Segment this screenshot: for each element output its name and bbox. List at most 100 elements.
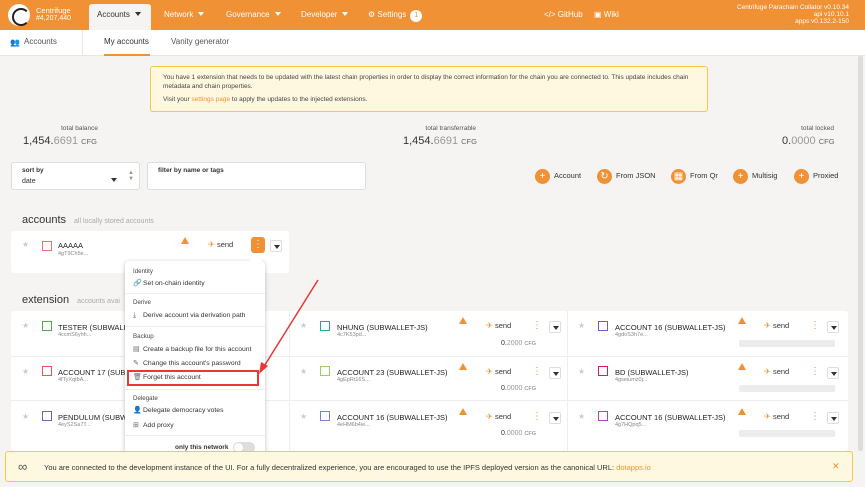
from-json-button[interactable]: ↻ From JSON xyxy=(597,168,656,184)
identicon-icon[interactable] xyxy=(42,321,52,331)
close-icon[interactable]: ✕ xyxy=(832,461,840,472)
development-instance-banner: ∞ You are connected to the development i… xyxy=(5,451,853,482)
account-menu-button[interactable]: ⋮ xyxy=(808,409,822,425)
identicon-icon[interactable] xyxy=(42,241,52,251)
account-name[interactable]: ACCOUNT 23 (SUBWALLET-JS) xyxy=(337,368,447,377)
nav-developer[interactable]: Developer xyxy=(293,0,356,30)
column-divider xyxy=(567,311,568,451)
dotapps-link[interactable]: dotapps.io xyxy=(616,463,651,472)
nav-governance[interactable]: Governance xyxy=(218,0,289,30)
nav-accounts[interactable]: Accounts xyxy=(89,4,151,30)
account-address[interactable]: 4c7K53pd... xyxy=(337,332,366,338)
filter-input[interactable]: filter by name or tags xyxy=(147,162,366,190)
account-dropdown-button[interactable] xyxy=(270,240,282,252)
tab-my-accounts[interactable]: My accounts xyxy=(104,30,150,56)
settings-page-link[interactable]: settings page xyxy=(191,96,230,103)
account-dropdown-button[interactable] xyxy=(827,412,839,424)
account-name[interactable]: NHUNG (SUBWALLET-JS) xyxy=(337,323,428,332)
sort-by-dropdown[interactable]: sort by date ▲ ▼ xyxy=(11,162,140,190)
account-name[interactable]: ACCOUNT 16 (SUBWALLET-JS) xyxy=(615,413,725,422)
account-menu-button[interactable]: ⋮ xyxy=(530,409,544,425)
account-address[interactable]: 4fTyXqtbA... xyxy=(58,377,88,383)
account-address[interactable]: 4gseiumz0j... xyxy=(615,377,647,383)
account-menu-button[interactable]: ⋮ xyxy=(530,364,544,380)
proxied-button[interactable]: + Proxied xyxy=(794,168,838,184)
star-icon[interactable]: ★ xyxy=(22,321,29,330)
add-proxy-item[interactable]: ⊞ Add proxy xyxy=(133,421,174,429)
account-name[interactable]: TESTER (SUBWALL xyxy=(58,323,128,332)
account-address[interactable]: 4g7HQpq5... xyxy=(615,422,646,428)
star-icon[interactable]: ★ xyxy=(300,412,307,421)
total-locked-value: 0.0000 CFG xyxy=(782,135,835,147)
chain-name[interactable]: Centrifuge xyxy=(36,7,71,15)
chain-logo-icon[interactable] xyxy=(8,4,30,26)
account-address[interactable]: 4eHM6b4ie... xyxy=(337,422,370,428)
account-address[interactable]: 4gdoS3h7e... xyxy=(615,332,648,338)
account-menu-button[interactable]: ⋮ xyxy=(251,237,265,253)
account-address[interactable]: 4gEpRt16S... xyxy=(337,377,370,383)
account-menu-button[interactable]: ⋮ xyxy=(530,318,544,334)
change-password-item[interactable]: ✎ Change this account's password xyxy=(133,359,241,367)
star-icon[interactable]: ★ xyxy=(578,412,585,421)
code-icon: </> xyxy=(544,10,558,19)
account-name[interactable]: BD (SUBWALLET-JS) xyxy=(615,368,688,377)
identicon-icon[interactable] xyxy=(42,411,52,421)
star-icon[interactable]: ★ xyxy=(22,240,29,249)
send-button[interactable]: ✈ send xyxy=(486,412,511,421)
send-label: send xyxy=(494,412,512,421)
identicon-icon[interactable] xyxy=(598,321,608,331)
account-menu-button[interactable]: ⋮ xyxy=(808,364,822,380)
page-scrollbar[interactable] xyxy=(858,56,863,451)
send-button[interactable]: ✈ send xyxy=(764,321,789,330)
account-name[interactable]: ACCOUNT 17 (SUBW xyxy=(58,368,132,377)
send-button[interactable]: ✈ send xyxy=(486,321,511,330)
from-qr-button[interactable]: ▦ From Qr xyxy=(671,168,718,184)
paper-plane-icon: ✈ xyxy=(486,321,493,330)
total-transferrable-value: 1,454.6691 CFG xyxy=(403,135,477,147)
users-icon: 👥 xyxy=(10,38,20,47)
star-icon[interactable]: ★ xyxy=(578,321,585,330)
identicon-icon[interactable] xyxy=(598,411,608,421)
delegate-votes-item[interactable]: 👤Delegate democracy votes xyxy=(133,406,223,414)
account-dropdown-button[interactable] xyxy=(549,412,561,424)
account-address[interactable]: 4gT9Ch5e... xyxy=(58,251,88,257)
extension-title: extension xyxy=(22,294,70,306)
send-button[interactable]: ✈ send xyxy=(486,367,511,376)
send-button[interactable]: ✈ send xyxy=(208,240,233,249)
multisig-button[interactable]: + Multisig xyxy=(733,168,777,184)
account-address[interactable]: 4eyS2Sa7T... xyxy=(58,422,91,428)
nav-network[interactable]: Network xyxy=(156,0,212,30)
star-icon[interactable]: ★ xyxy=(578,367,585,376)
tab-vanity-generator[interactable]: Vanity generator xyxy=(171,30,229,56)
derive-item[interactable]: ⤓ Derive account via derivation path xyxy=(133,312,245,320)
set-identity-item[interactable]: 🔗Set on-chain identity xyxy=(133,279,205,287)
add-account-label: Account xyxy=(554,171,582,180)
backup-file-item[interactable]: ▤ Create a backup file for this account xyxy=(133,345,251,353)
identicon-icon[interactable] xyxy=(42,366,52,376)
account-name[interactable]: ACCOUNT 16 (SUBWALLET-JS) xyxy=(615,323,725,332)
identicon-icon[interactable] xyxy=(598,366,608,376)
star-icon[interactable]: ★ xyxy=(22,367,29,376)
account-dropdown-button[interactable] xyxy=(549,321,561,333)
github-link[interactable]: </> GitHub xyxy=(536,0,591,30)
send-button[interactable]: ✈ send xyxy=(764,367,789,376)
account-menu-button[interactable]: ⋮ xyxy=(808,318,822,334)
account-name[interactable]: PENDULUM (SUBW xyxy=(58,413,127,422)
identicon-icon[interactable] xyxy=(320,411,330,421)
account-name[interactable]: AAAAA xyxy=(58,241,83,250)
account-dropdown-button[interactable] xyxy=(827,367,839,379)
total-transferrable-dec: 6691 xyxy=(433,135,459,147)
account-dropdown-button[interactable] xyxy=(827,321,839,333)
delegate-header: Delegate xyxy=(133,395,158,402)
account-address[interactable]: 4ccmS6yhh... xyxy=(58,332,91,338)
send-label: send xyxy=(772,321,790,330)
wiki-link[interactable]: ▣ Wiki xyxy=(586,0,627,30)
nav-settings[interactable]: ⚙ Settings 1 xyxy=(360,0,430,30)
star-icon[interactable]: ★ xyxy=(22,412,29,421)
account-name[interactable]: ACCOUNT 16 (SUBWALLET-JS) xyxy=(337,413,447,422)
send-button[interactable]: ✈ send xyxy=(764,412,789,421)
add-account-button[interactable]: + Account xyxy=(535,168,581,184)
sort-direction-icon[interactable]: ▲ ▼ xyxy=(128,170,134,182)
warning-icon xyxy=(459,317,467,324)
account-dropdown-button[interactable] xyxy=(549,367,561,379)
